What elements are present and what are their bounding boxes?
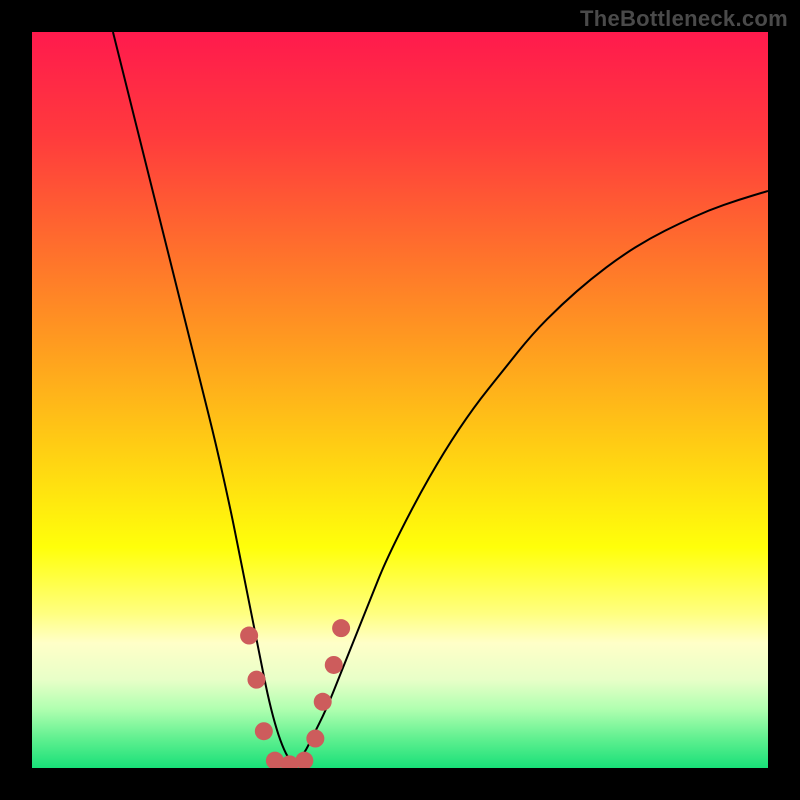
minimum-marker (240, 627, 258, 645)
bottleneck-chart (32, 32, 768, 768)
minimum-marker (332, 619, 350, 637)
minimum-marker (325, 656, 343, 674)
minimum-marker (314, 693, 332, 711)
chart-outer-frame: TheBottleneck.com (0, 0, 800, 800)
plot-area (32, 32, 768, 768)
gradient-background (32, 32, 768, 768)
watermark-text: TheBottleneck.com (580, 6, 788, 32)
minimum-marker (247, 671, 265, 689)
minimum-marker (255, 722, 273, 740)
minimum-marker (306, 730, 324, 748)
